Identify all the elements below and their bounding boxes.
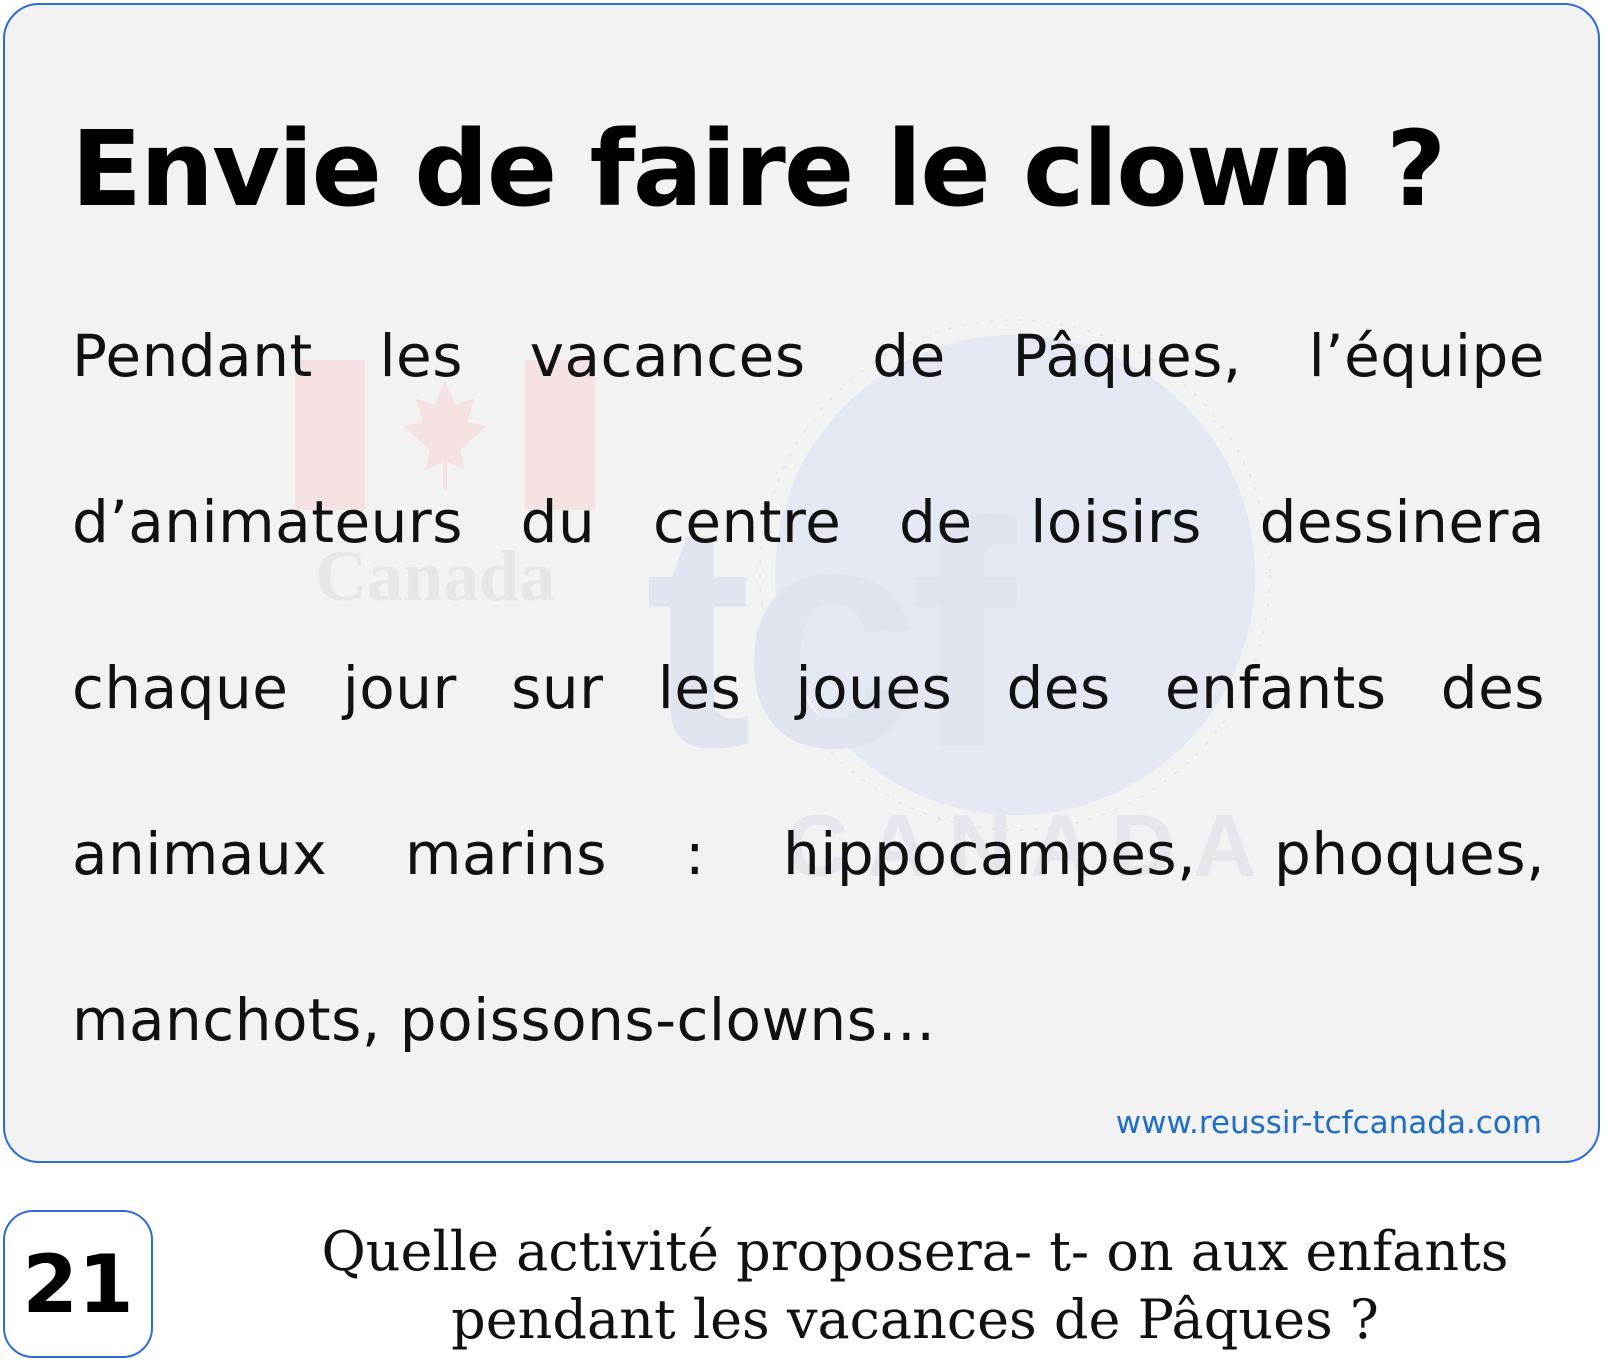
question-number-badge: 21 [3, 1210, 153, 1358]
card-title: Envie de faire le clown ? [71, 108, 1446, 230]
question-text: Quelle activité proposera- t- on aux enf… [321, 1220, 1509, 1351]
reading-passage: Pendant les vacances de Pâques, l’équipe… [72, 322, 1545, 1054]
website-link[interactable]: www.reussir-tcfcanada.com [1116, 1105, 1542, 1141]
reading-card: Canada tcf CANADA Envie de faire le clow… [3, 3, 1600, 1163]
